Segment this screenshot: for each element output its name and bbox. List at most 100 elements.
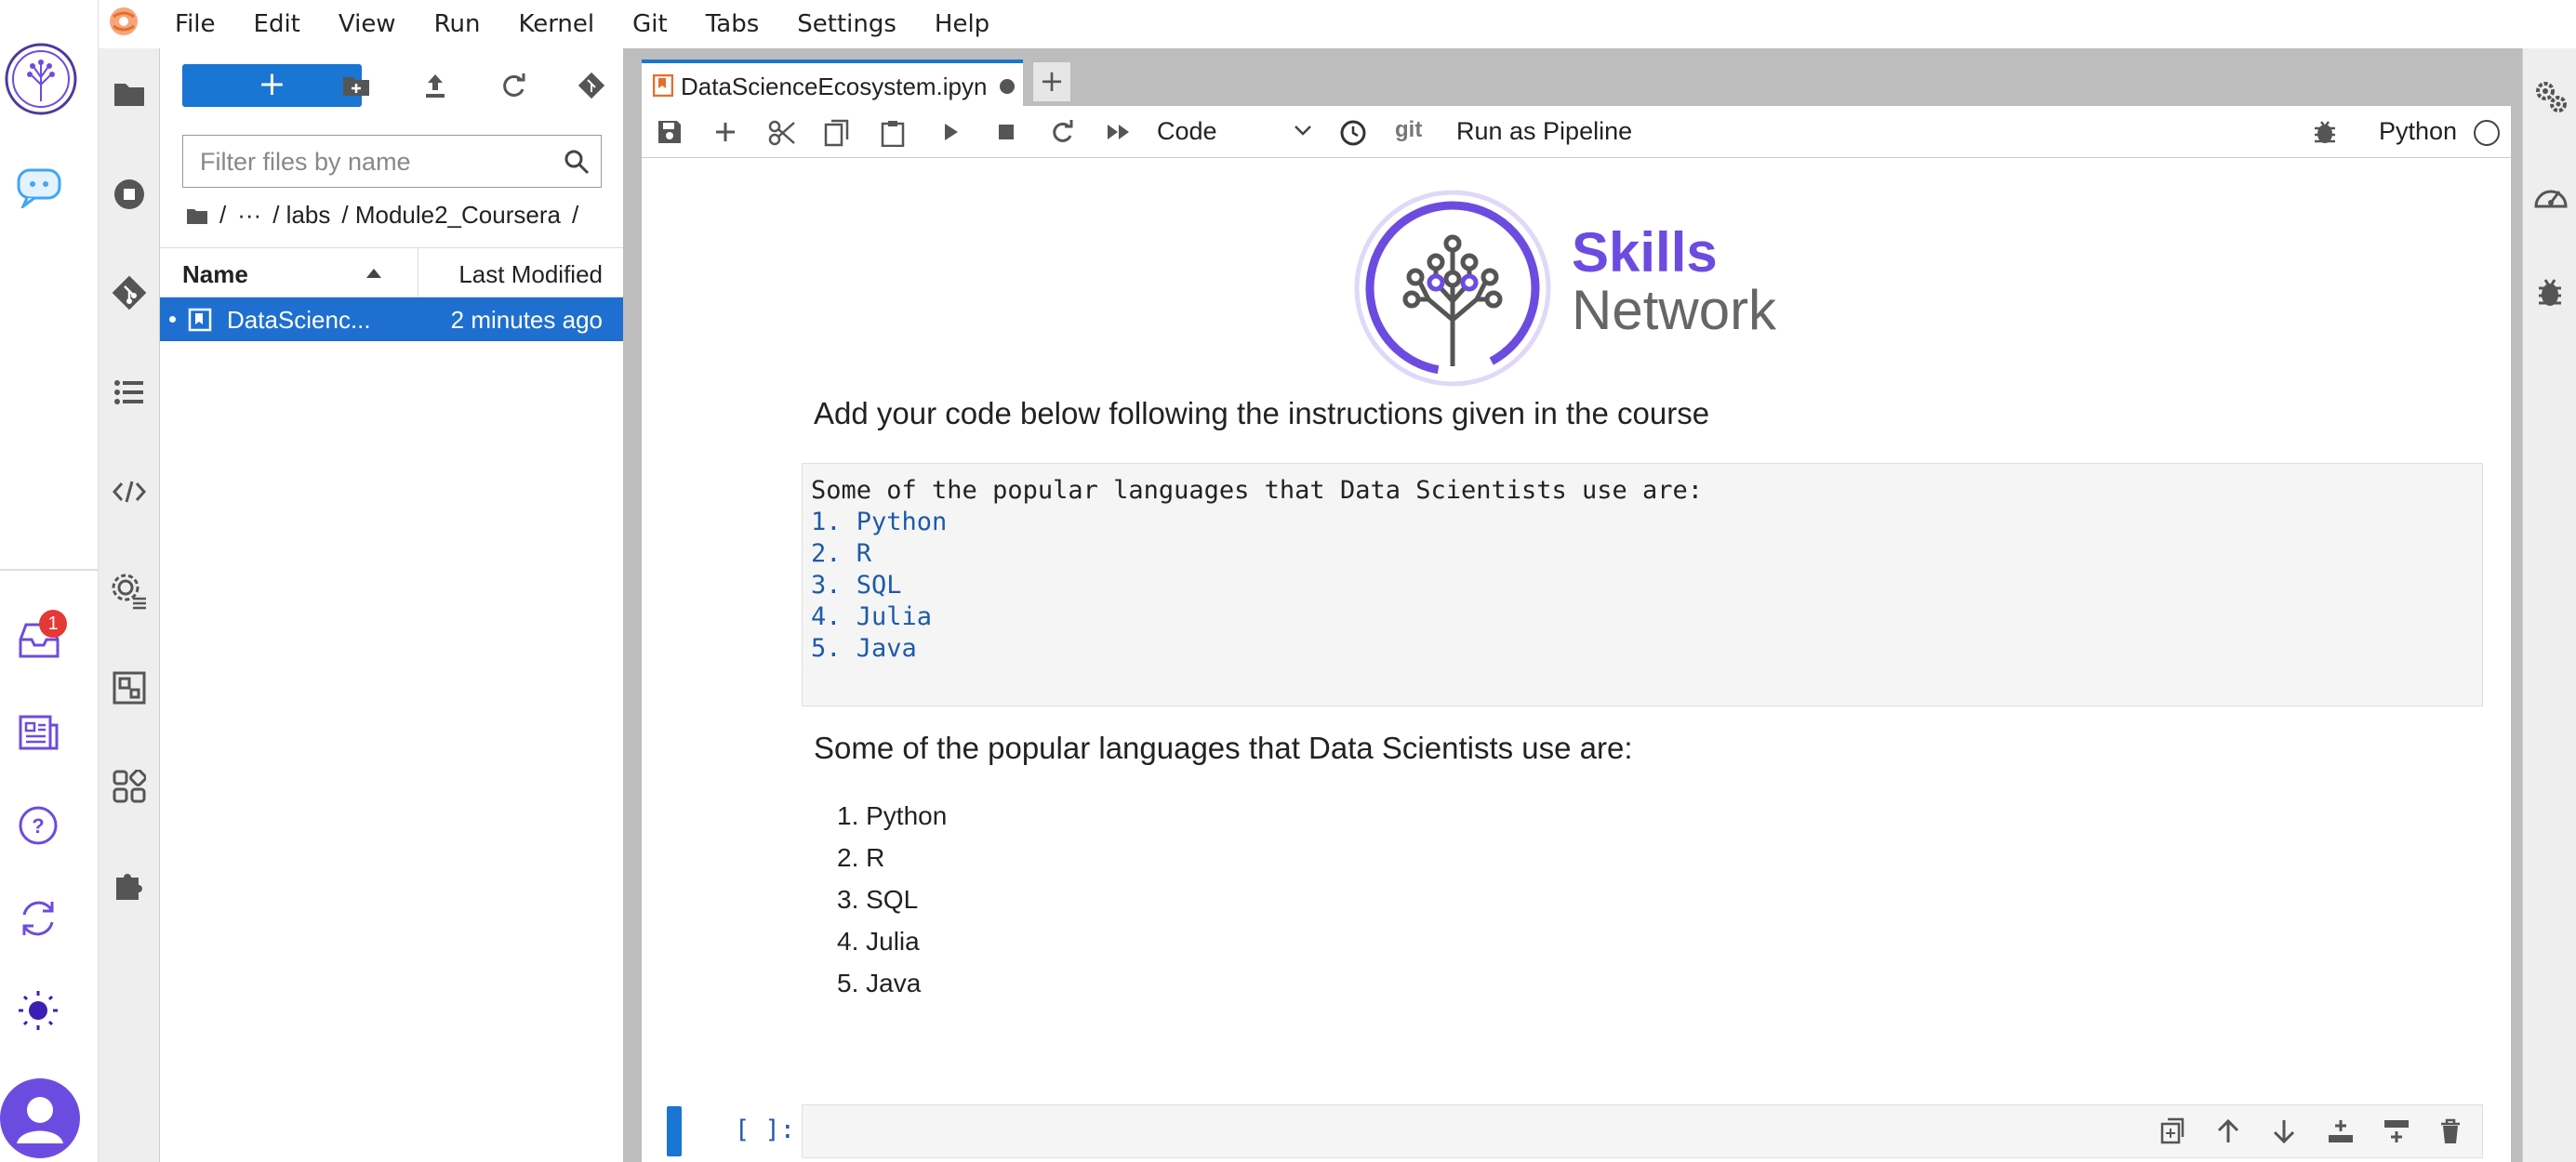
right-sidebar xyxy=(2522,48,2576,1162)
sync-icon[interactable] xyxy=(17,898,60,939)
cell-type-select[interactable]: Code xyxy=(1157,117,1217,146)
debugger-icon[interactable] xyxy=(2312,119,2340,147)
file-browser: + Filter files by name / ··· / labs / Mo… xyxy=(160,48,625,1162)
notebook-panel: Code git Run as Pipeline Python Skills N… xyxy=(642,106,2511,1162)
cut-icon[interactable] xyxy=(768,119,796,147)
list-item: 1. Python xyxy=(837,801,948,830)
markdown-paragraph: Some of the popular languages that Data … xyxy=(814,731,1633,765)
property-inspector-icon[interactable] xyxy=(111,573,148,610)
folder-icon[interactable] xyxy=(113,80,146,108)
breadcrumb-root[interactable]: / xyxy=(219,201,226,230)
extension-manager-icon[interactable] xyxy=(113,671,146,705)
kernel-name[interactable]: Python xyxy=(2379,117,2457,146)
code-line: 2. R xyxy=(811,539,872,568)
copy-icon[interactable] xyxy=(824,119,852,147)
markdown-heading: Add your code below following the instru… xyxy=(814,396,1710,430)
move-down-icon[interactable] xyxy=(2270,1116,2300,1146)
duplicate-cell-icon[interactable] xyxy=(2158,1116,2188,1146)
breadcrumb-folder-icon[interactable] xyxy=(186,206,208,225)
run-icon[interactable] xyxy=(937,119,965,147)
git-icon[interactable] xyxy=(112,275,147,310)
cell-input[interactable] xyxy=(802,1104,2483,1158)
logo-network-text: Network xyxy=(1572,279,1777,341)
paste-icon[interactable] xyxy=(880,119,908,147)
column-name[interactable]: Name xyxy=(182,260,248,289)
breadcrumb-ellipsis[interactable]: ··· xyxy=(237,201,261,230)
help-icon[interactable]: ? xyxy=(18,805,59,846)
insert-above-icon[interactable] xyxy=(2326,1116,2356,1146)
debugger-panel-icon[interactable] xyxy=(2536,277,2564,309)
running-icon[interactable] xyxy=(113,178,145,210)
notebook-content: Skills Network Add your code below follo… xyxy=(642,158,2511,1162)
list-item: 3. SQL xyxy=(837,885,919,914)
inbox-badge: 1 xyxy=(39,610,67,638)
breadcrumb-labs[interactable]: / labs xyxy=(272,201,330,230)
svg-text:?: ? xyxy=(32,814,44,838)
user-avatar-icon[interactable] xyxy=(0,1078,80,1158)
menu-settings[interactable]: Settings xyxy=(797,10,896,38)
code-line: 1. Python xyxy=(811,508,948,536)
menu-help[interactable]: Help xyxy=(935,10,989,38)
chatbot-icon[interactable] xyxy=(16,167,62,208)
code-icon[interactable] xyxy=(112,478,147,506)
file-modified: 2 minutes ago xyxy=(450,306,603,334)
resource-usage-icon[interactable] xyxy=(2532,178,2569,210)
left-app-rail: 1 ? xyxy=(0,0,99,1162)
code-line: Some of the popular languages that Data … xyxy=(811,476,1704,505)
chevron-down-icon[interactable] xyxy=(1293,123,1313,138)
menu-run[interactable]: Run xyxy=(434,10,481,38)
menu-view[interactable]: View xyxy=(339,10,396,38)
running-indicator-icon xyxy=(169,316,176,323)
active-code-cell[interactable]: [ ]: xyxy=(642,1104,2511,1160)
breadcrumb-module[interactable]: / Module2_Coursera xyxy=(341,201,561,230)
list-item: 4. Julia xyxy=(837,927,920,956)
notebook-tab-icon xyxy=(653,74,673,97)
menu-git[interactable]: Git xyxy=(632,10,668,38)
file-row[interactable]: DataScienc... 2 minutes ago xyxy=(160,297,623,341)
filter-input[interactable]: Filter files by name xyxy=(182,135,602,188)
unsaved-indicator-icon[interactable] xyxy=(1000,79,1015,94)
menu-edit[interactable]: Edit xyxy=(254,10,300,38)
column-last-modified[interactable]: Last Modified xyxy=(458,260,603,289)
upload-icon[interactable] xyxy=(420,71,450,100)
main-area: DataScienceEcosystem.ipyn + Code git Run… xyxy=(625,48,2522,1162)
menu-kernel[interactable]: Kernel xyxy=(518,10,594,38)
sort-ascending-icon xyxy=(366,269,381,278)
new-launcher-button[interactable]: + xyxy=(182,64,362,107)
menu-file[interactable]: File xyxy=(175,10,216,38)
fast-forward-icon[interactable] xyxy=(1105,119,1133,147)
restart-icon[interactable] xyxy=(1049,119,1077,147)
notebook-tab[interactable]: DataScienceEcosystem.ipyn xyxy=(642,59,1023,106)
news-icon[interactable] xyxy=(19,714,60,751)
filter-placeholder: Filter files by name xyxy=(200,148,411,176)
insert-below-icon[interactable] xyxy=(2382,1116,2411,1146)
list-item: 2. R xyxy=(837,843,885,872)
skills-network-logo-icon xyxy=(1354,190,1551,387)
run-as-pipeline-button[interactable]: Run as Pipeline xyxy=(1456,117,1632,146)
refresh-icon[interactable] xyxy=(498,71,528,100)
logo-skills-text: Skills xyxy=(1572,221,1718,284)
puzzle-icon[interactable] xyxy=(113,868,146,902)
git-clone-icon[interactable] xyxy=(577,71,606,100)
git-label[interactable]: git xyxy=(1395,117,1422,143)
new-folder-icon[interactable] xyxy=(341,71,371,100)
move-up-icon[interactable] xyxy=(2214,1116,2244,1146)
code-cell-output[interactable]: Some of the popular languages that Data … xyxy=(802,463,2483,706)
property-settings-icon[interactable] xyxy=(2534,80,2568,113)
toc-icon[interactable] xyxy=(113,379,145,405)
active-cell-indicator xyxy=(667,1106,682,1156)
theme-icon[interactable] xyxy=(17,989,60,1032)
add-cell-icon[interactable] xyxy=(712,119,740,147)
stop-icon[interactable] xyxy=(993,119,1021,147)
clock-icon[interactable] xyxy=(1339,119,1367,147)
code-line: 4. Julia xyxy=(811,602,933,631)
sidebar-tabs xyxy=(99,48,160,1162)
skills-network-logo-icon[interactable] xyxy=(4,42,78,116)
breadcrumb: / ··· / labs / Module2_Coursera / xyxy=(186,201,590,230)
menu-tabs[interactable]: Tabs xyxy=(706,10,760,38)
new-tab-button[interactable]: + xyxy=(1032,61,1071,102)
save-icon[interactable] xyxy=(657,119,684,147)
components-icon[interactable] xyxy=(113,770,146,803)
markdown-list: 1. Python 2. R 3. SQL 4. Julia 5. Java xyxy=(837,801,947,1010)
delete-cell-icon[interactable] xyxy=(2437,1116,2467,1146)
